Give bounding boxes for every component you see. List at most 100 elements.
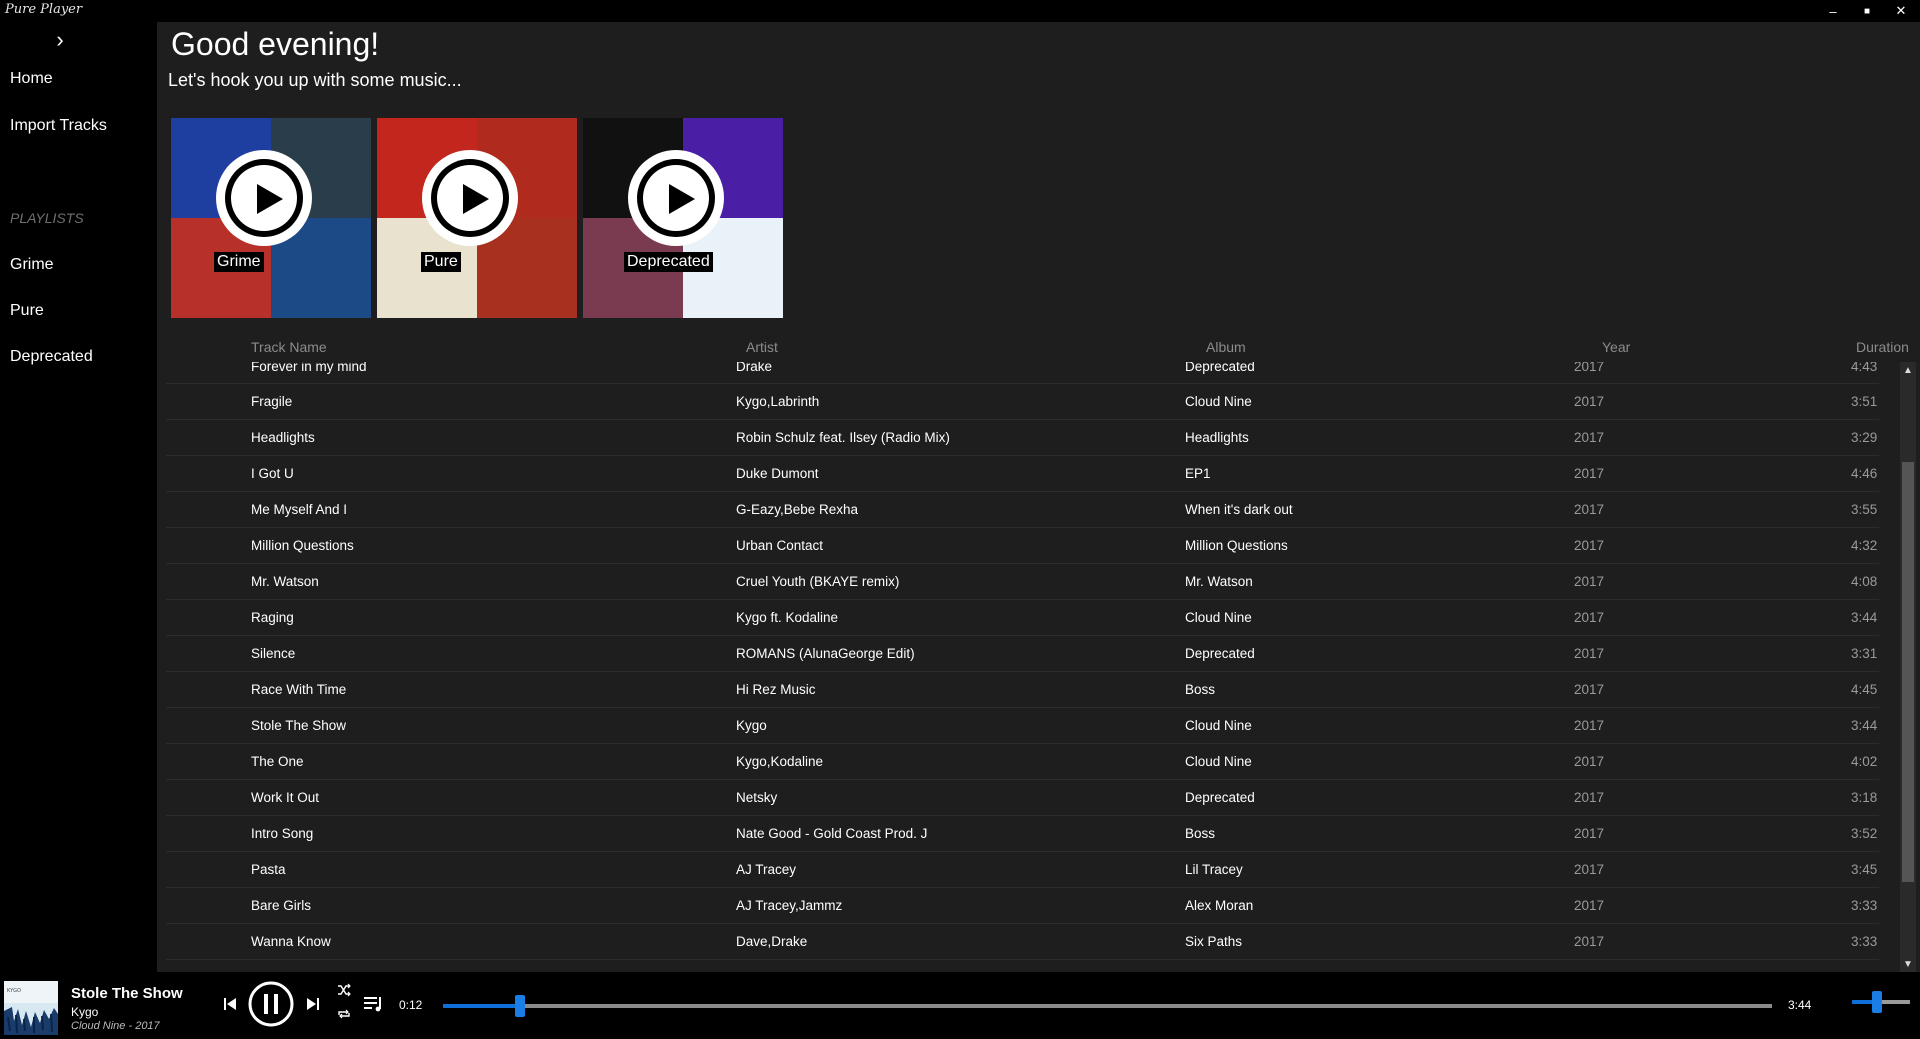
table-row[interactable]: Work It Out Netsky Deprecated 2017 3:18: [166, 780, 1879, 816]
queue-button[interactable]: [362, 992, 386, 1016]
year-cell: 2017: [1574, 790, 1605, 805]
sidebar-item-grime[interactable]: Grime: [10, 256, 54, 274]
table-row[interactable]: Raging Kygo ft. Kodaline Cloud Nine 2017 3:4…: [166, 600, 1879, 636]
expand-sidebar-chevron-icon[interactable]: ›: [52, 27, 68, 52]
volume-slider-thumb[interactable]: [1871, 991, 1882, 1013]
duration-cell: 3:52: [1851, 826, 1878, 841]
sidebar-item-home[interactable]: Home: [10, 70, 53, 88]
album-cell: EP1: [1185, 466, 1211, 481]
playlist-tile-grime[interactable]: Grime: [171, 118, 371, 318]
track-name-cell: Race With Time: [251, 682, 347, 697]
column-header-duration[interactable]: Duration: [1856, 339, 1909, 355]
duration-cell: 3:33: [1851, 934, 1878, 949]
scroll-up-arrow-icon[interactable]: ▲: [1900, 362, 1916, 378]
track-name-cell: Mr. Watson: [251, 574, 319, 589]
track-name-cell: Work It Out: [251, 790, 320, 805]
now-playing-artist: Kygo: [71, 1005, 99, 1019]
shuffle-icon: [338, 983, 351, 997]
table-row[interactable]: Me Myself And I G-Eazy,Bebe Rexha When it'…: [166, 492, 1879, 528]
sidebar-item-pure[interactable]: Pure: [10, 302, 44, 320]
table-row[interactable]: Fragile Kygo,Labrinth Cloud Nine 2017 3:51: [166, 384, 1879, 420]
now-playing-title: Stole The Show: [71, 985, 183, 1002]
track-name-cell: Wanna Know: [251, 934, 331, 949]
duration-cell: 3:44: [1851, 718, 1878, 733]
column-header-album[interactable]: Album: [1206, 339, 1246, 355]
scroll-down-arrow-icon[interactable]: ▼: [1900, 956, 1916, 972]
scrollbar-thumb[interactable]: [1902, 462, 1914, 882]
table-row[interactable]: The One Kygo,Kodaline Cloud Nine 2017 4:02: [166, 744, 1879, 780]
album-cell: Million Questions: [1185, 538, 1288, 553]
year-cell: 2017: [1574, 430, 1605, 445]
year-cell: 2017: [1574, 646, 1605, 661]
play-icon[interactable]: [216, 150, 312, 246]
artist-cell: Kygo ft. Kodaline: [736, 610, 839, 625]
table-row[interactable]: Silence ROMANS (AlunaGeorge Edit) Deprecat…: [166, 636, 1879, 672]
maximize-button[interactable]: ■: [1850, 0, 1884, 22]
column-header-track-name[interactable]: Track Name: [251, 339, 327, 355]
album-cell: Boss: [1185, 682, 1216, 697]
duration-cell: 3:45: [1851, 862, 1878, 877]
table-row[interactable]: Headlights Robin Schulz feat. Ilsey (Radi…: [166, 420, 1879, 456]
playlist-tile-label: Deprecated: [624, 252, 713, 272]
duration-cell: 4:32: [1851, 538, 1878, 553]
playlist-tile-label: Pure: [421, 252, 461, 272]
duration-cell: 3:44: [1851, 610, 1878, 625]
year-cell: 2017: [1574, 394, 1605, 409]
duration-cell: 3:55: [1851, 502, 1878, 517]
page-title: Good evening!: [171, 26, 380, 62]
previous-track-button[interactable]: [219, 992, 241, 1016]
year-cell: 2017: [1574, 934, 1605, 949]
year-cell: 2017: [1574, 538, 1605, 553]
table-row[interactable]: Pasta AJ Tracey Lil Tracey 2017 3:45: [166, 852, 1879, 888]
column-header-year[interactable]: Year: [1602, 339, 1630, 355]
player-bar: KYGO Stole The Show Kygo Cloud Nine - 20…: [0, 972, 1920, 1039]
repeat-icon: [338, 1009, 350, 1019]
sidebar-item-deprecated[interactable]: Deprecated: [10, 348, 93, 366]
seek-bar-fill: [443, 1004, 521, 1008]
table-row[interactable]: Million Questions Urban Contact Million Qu…: [166, 528, 1879, 564]
album-cell: Cloud Nine: [1185, 718, 1252, 733]
seek-bar-thumb[interactable]: [515, 995, 526, 1017]
duration-cell: 4:08: [1851, 574, 1878, 589]
album-cell: Six Paths: [1185, 934, 1243, 949]
table-row[interactable]: Intro Song Nate Good - Gold Coast Prod. J…: [166, 816, 1879, 852]
volume-slider[interactable]: [1852, 991, 1910, 1013]
duration-cell: 3:18: [1851, 790, 1878, 805]
album-cell: Alex Moran: [1185, 898, 1254, 913]
table-row[interactable]: I Got U Duke Dumont EP1 2017 4:46: [166, 456, 1879, 492]
track-table-scrollbar[interactable]: ▲ ▼: [1900, 362, 1916, 972]
play-icon[interactable]: [628, 150, 724, 246]
table-row[interactable]: Bare Girls AJ Tracey,Jammz Alex Moran 2017 3…: [166, 888, 1879, 924]
seek-bar[interactable]: [443, 995, 1772, 1017]
artist-cell: Robin Schulz feat. Ilsey (Radio Mix): [736, 430, 950, 445]
table-row[interactable]: Forever in my mind Drake Deprecated 2017 4:4…: [166, 362, 1879, 384]
playlist-tile-pure[interactable]: Pure: [377, 118, 577, 318]
year-cell: 2017: [1574, 682, 1605, 697]
shuffle-button[interactable]: [336, 982, 352, 998]
repeat-button[interactable]: [336, 1006, 352, 1022]
close-button[interactable]: ✕: [1884, 0, 1918, 22]
sidebar-item-import-tracks[interactable]: Import Tracks: [10, 117, 107, 135]
album-cell: Mr. Watson: [1185, 574, 1253, 589]
duration-cell: 4:43: [1851, 362, 1878, 374]
table-row[interactable]: Mr. Watson Cruel Youth (BKAYE remix) Mr. W…: [166, 564, 1879, 600]
play-pause-button[interactable]: [247, 980, 295, 1028]
year-cell: 2017: [1574, 718, 1605, 733]
artist-cell: Urban Contact: [736, 538, 824, 553]
artist-cell: AJ Tracey: [736, 862, 797, 877]
column-header-artist[interactable]: Artist: [746, 339, 778, 355]
album-cell: Deprecated: [1185, 362, 1255, 374]
table-row[interactable]: Wanna Know Dave,Drake Six Paths 2017 3:33: [166, 924, 1879, 960]
year-cell: 2017: [1574, 466, 1605, 481]
title-bar: Pure Player – ■ ✕: [0, 0, 1920, 22]
album-cell: Cloud Nine: [1185, 394, 1252, 409]
play-icon[interactable]: [422, 150, 518, 246]
table-row[interactable]: Race With Time Hi Rez Music Boss 2017 4:45: [166, 672, 1879, 708]
duration-cell: 4:02: [1851, 754, 1878, 769]
album-cell: Deprecated: [1185, 790, 1255, 805]
minimize-button[interactable]: –: [1816, 0, 1850, 22]
playlist-tile-deprecated[interactable]: Deprecated: [583, 118, 783, 318]
track-name-cell: Me Myself And I: [251, 502, 348, 517]
table-row[interactable]: Stole The Show Kygo Cloud Nine 2017 3:44: [166, 708, 1879, 744]
next-track-button[interactable]: [302, 992, 324, 1016]
